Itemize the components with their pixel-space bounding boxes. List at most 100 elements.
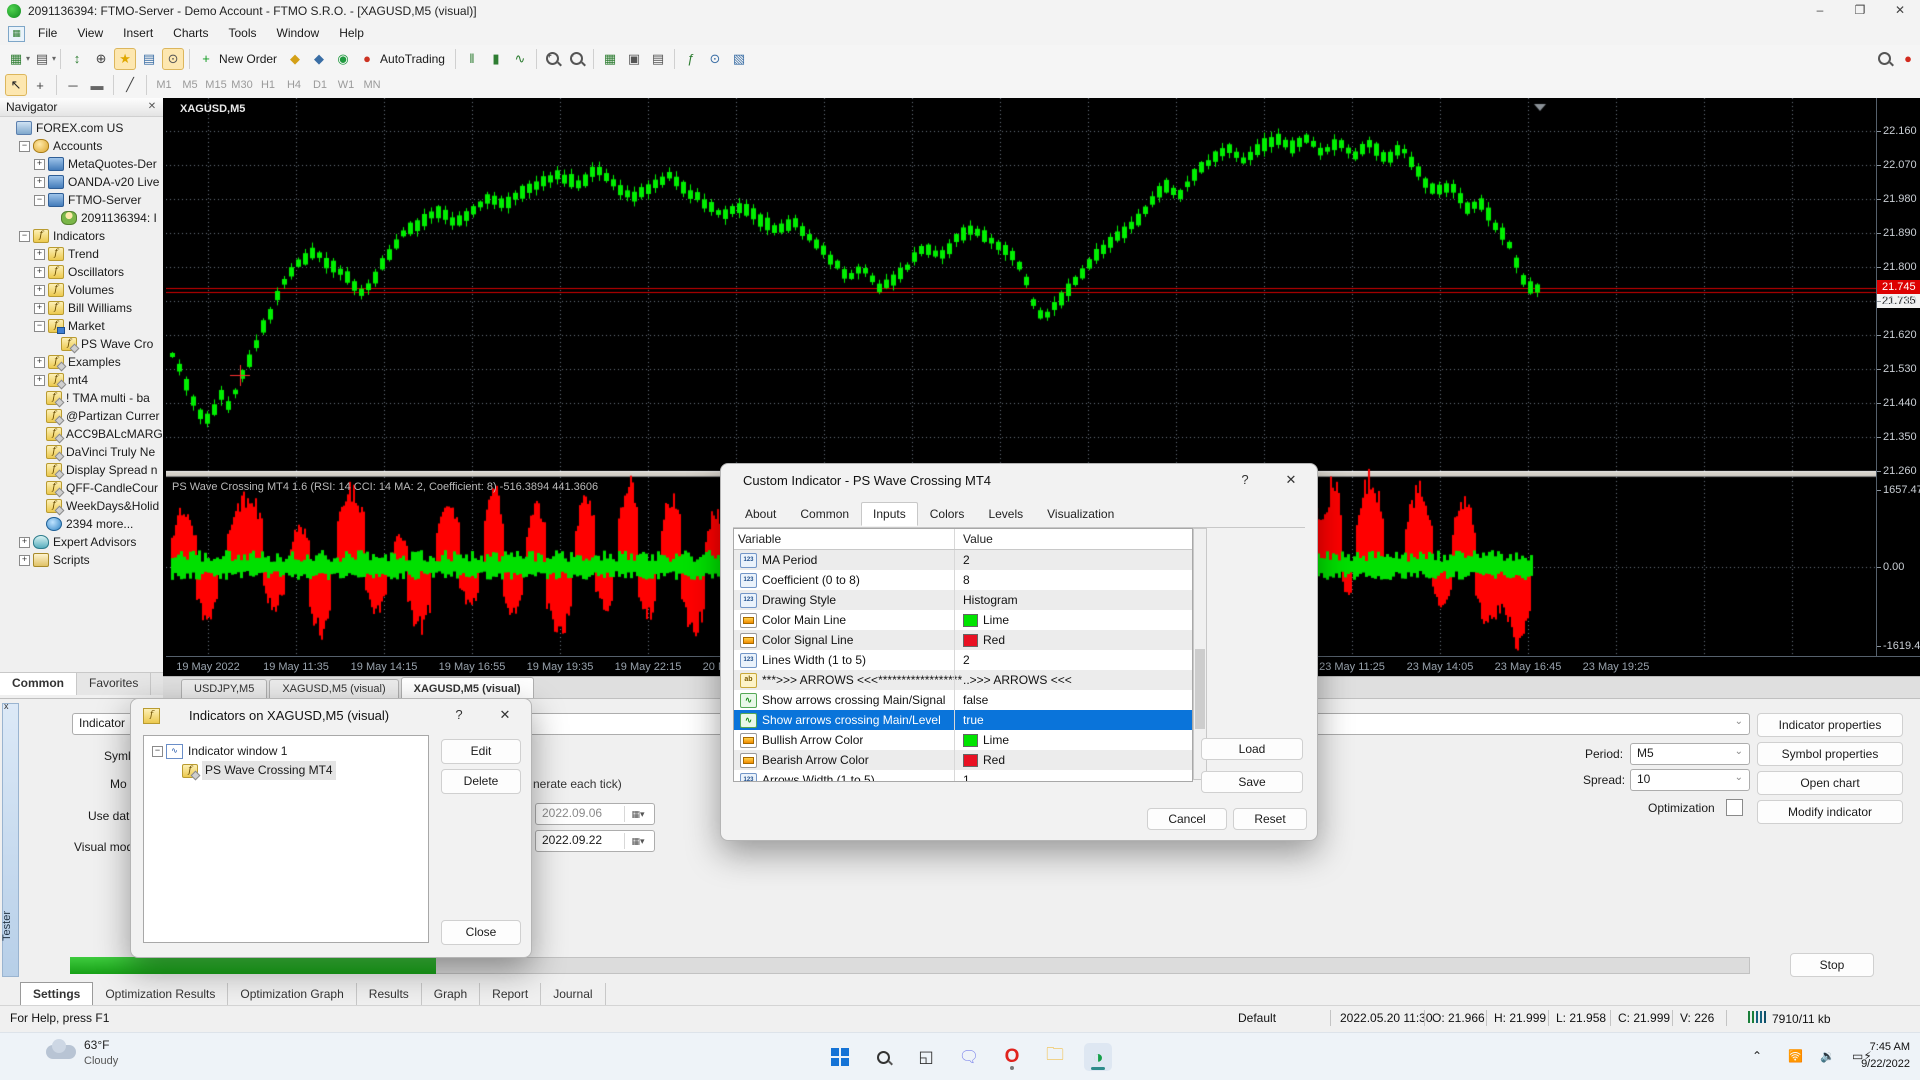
input-row-4[interactable]: Color Signal LineRed [734,630,1192,650]
navigator-item-davinci-truly-ne[interactable]: fDaVinci Truly Ne [0,443,163,461]
input-row-6[interactable]: ab***>>> ARROWS <<<******************..>… [734,670,1192,690]
dialog-list-item[interactable]: −∿Indicator window 1 [144,742,428,761]
indicators-add-icon[interactable]: ƒ [680,48,702,70]
timeframe-H1[interactable]: H1 [256,76,280,94]
weather-desc[interactable]: Cloudy [84,1055,118,1067]
help-icon[interactable]: ? [1235,472,1255,487]
candlestick-chart-icon[interactable]: ▮ [485,48,507,70]
tree-expand-icon[interactable]: − [34,195,45,206]
weather-temp[interactable]: 63°F [84,1038,109,1052]
tester-tab-optimization-results[interactable]: Optimization Results [93,983,228,1005]
taskbar-chat-icon[interactable]: 🗨 [955,1043,983,1071]
date-from-field[interactable]: 2022.09.06 ▦▾ [535,803,655,825]
tester-button-open-chart[interactable]: Open chart [1757,771,1903,795]
minimize-button[interactable]: – [1800,0,1840,22]
input-row-9[interactable]: Bullish Arrow ColorLime [734,730,1192,750]
new-order-label[interactable]: New Order [219,52,277,66]
close-icon[interactable]: ✕ [495,707,515,723]
dialog-tab-colors[interactable]: Colors [918,502,977,526]
menu-view[interactable]: View [67,22,113,44]
tree-expand-icon[interactable]: − [34,321,45,332]
tree-expand-icon[interactable]: − [19,141,30,152]
menu-help[interactable]: Help [329,22,374,44]
tree-expand-icon[interactable]: + [34,177,45,188]
tester-tab-report[interactable]: Report [480,983,541,1005]
trendline-icon[interactable]: ╱ [119,74,141,96]
autotrading-label[interactable]: AutoTrading [380,52,445,66]
period-combo[interactable]: M5 ⌄ [1630,743,1750,765]
menu-insert[interactable]: Insert [113,22,163,44]
timeframe-M15[interactable]: M15 [204,76,228,94]
navigator-tab-favorites[interactable]: Favorites [77,673,151,695]
calendar-icon[interactable]: ▦▾ [624,833,651,849]
taskbar-search-icon[interactable] [869,1043,897,1071]
spread-combo[interactable]: 10 ⌄ [1630,769,1750,791]
tester-tab-results[interactable]: Results [357,983,422,1005]
taskbar-mt4-icon[interactable]: ◑ [1084,1043,1112,1071]
navigator-item-mt4[interactable]: +fmt4 [0,371,163,389]
dialog-tab-about[interactable]: About [733,502,788,526]
tester-close-icon[interactable]: x [4,701,9,711]
inputs-table[interactable]: VariableValue123MA Period2123Coefficient… [733,528,1193,782]
taskbar-opera-icon[interactable]: O [998,1043,1026,1071]
navigator-item-weekdays-holid[interactable]: fWeekDays&Holid [0,497,163,515]
navigator-item-trend[interactable]: +fTrend [0,245,163,263]
cascade-windows-icon[interactable]: ▣ [623,48,645,70]
tree-expand-icon[interactable]: + [19,555,30,566]
profiles-icon[interactable]: ▤ [31,48,53,70]
navigator-item-ps-wave-cro[interactable]: fPS Wave Cro [0,335,163,353]
clock[interactable]: 7:45 AM 9/22/2022 [1861,1039,1910,1073]
wifi-icon[interactable]: 🛜 [1788,1049,1803,1063]
delete-button[interactable]: Delete [441,769,521,794]
navigator-item-qff-candlecour[interactable]: fQFF-CandleCour [0,479,163,497]
tester-tab-journal[interactable]: Journal [541,983,605,1005]
optimization-checkbox[interactable] [1726,799,1743,816]
price-axis[interactable]: 21.745 21.735 22.16022.07021.98021.89021… [1876,98,1920,676]
volume-icon[interactable]: 🔉 [1820,1049,1835,1063]
tree-expand-icon[interactable]: + [34,357,45,368]
input-row-1[interactable]: 123Coefficient (0 to 8)8 [734,570,1192,590]
input-row-7[interactable]: ∿Show arrows crossing Main/Signalfalse [734,690,1192,710]
dialog-tab-common[interactable]: Common [788,502,861,526]
chart-tab-1[interactable]: XAGUSD,M5 (visual) [269,679,398,699]
tree-expand-icon[interactable]: + [34,159,45,170]
favorites-icon[interactable]: ★ [114,48,136,70]
tree-expand-icon[interactable]: − [152,746,163,757]
navigator-item-forex-com-us[interactable]: FOREX.com US [0,119,163,137]
input-row-0[interactable]: 123MA Period2 [734,550,1192,570]
tester-button-modify-indicator[interactable]: Modify indicator [1757,800,1903,824]
navigator-item-expert-advisors[interactable]: +Expert Advisors [0,533,163,551]
load-button[interactable]: Load [1201,738,1303,760]
input-row-5[interactable]: 123Lines Width (1 to 5)2 [734,650,1192,670]
navigator-item-scripts[interactable]: +Scripts [0,551,163,569]
close-button[interactable]: Close [441,920,521,945]
tray-chevron-icon[interactable]: ⌃ [1752,1049,1762,1063]
timeframe-MN[interactable]: MN [360,76,384,94]
navigator-item-indicators[interactable]: −fIndicators [0,227,163,245]
timeframe-M5[interactable]: M5 [178,76,202,94]
taskbar-taskview-icon[interactable]: ◱ [912,1043,940,1071]
chart-shift-icon[interactable]: ↕ [66,48,88,70]
close-button[interactable]: ✕ [1880,0,1920,22]
horizontal-line-icon[interactable]: ─ [62,74,84,96]
reset-button[interactable]: Reset [1233,808,1307,830]
chart-menu-icon[interactable]: ▦ [8,26,25,42]
navigator-item-oscillators[interactable]: +fOscillators [0,263,163,281]
metaeditor-icon[interactable]: ◆ [308,48,330,70]
templates-icon[interactable]: ▧ [728,48,750,70]
bar-chart-icon[interactable]: ‖ [461,48,483,70]
navigator-item--tma-multi-ba[interactable]: f! TMA multi - ba [0,389,163,407]
navigator-close-icon[interactable]: ✕ [145,100,159,114]
menu-tools[interactable]: Tools [219,22,267,44]
input-row-3[interactable]: Color Main LineLime [734,610,1192,630]
input-row-10[interactable]: Bearish Arrow ColorRed [734,750,1192,770]
tree-expand-icon[interactable]: + [34,267,45,278]
tester-button-symbol-properties[interactable]: Symbol properties [1757,742,1903,766]
timeframe-D1[interactable]: D1 [308,76,332,94]
tester-vertical-label[interactable]: Tester [1,911,14,941]
maximize-button[interactable]: ❐ [1840,0,1880,22]
dialog-list-item[interactable]: fPS Wave Crossing MT4 [144,761,428,780]
navigator-item-bill-williams[interactable]: +fBill Williams [0,299,163,317]
expert-advisors-icon[interactable]: ◆ [284,48,306,70]
cancel-button[interactable]: Cancel [1147,808,1227,830]
